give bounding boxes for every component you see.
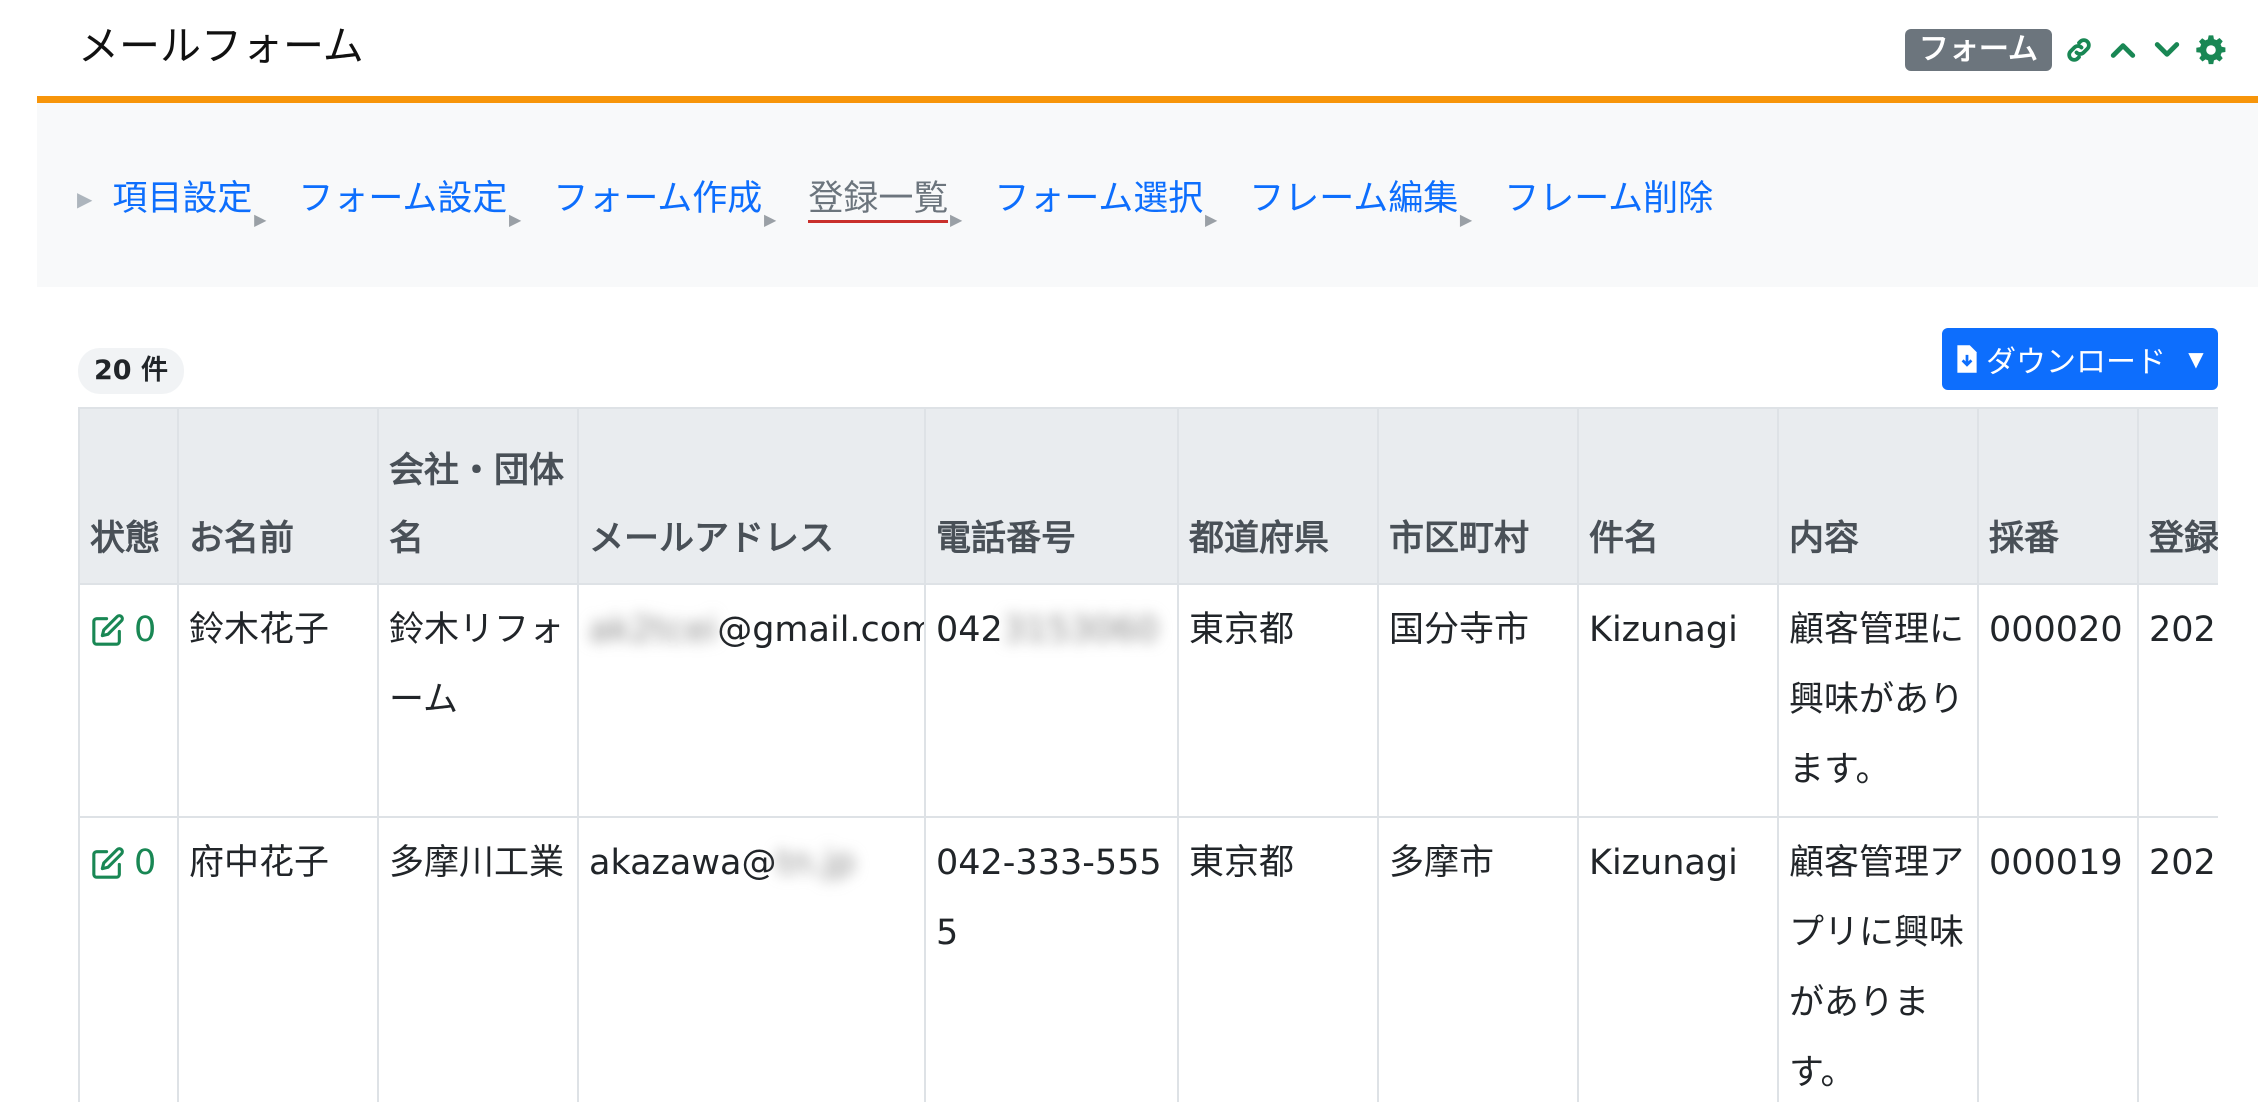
email-cell: ak2tcei@gmail.com [577,583,926,818]
number-cell: 000020 [1977,583,2139,818]
edit-link[interactable]: 0 [90,828,156,898]
redacted-text: ak2tcei [589,610,718,650]
chevron-down-icon[interactable] [2150,30,2184,70]
subject-cell: Kizunagi [1577,816,1779,1102]
table-header-row: 状態 お名前 会社・団体名 メールアドレス 電話番号 都道府県 市区町村 件名 … [78,407,2218,585]
chevron-up-icon[interactable] [2106,30,2140,70]
column-header-prefecture[interactable]: 都道府県 [1177,407,1379,585]
column-header-status[interactable]: 状態 [78,407,179,585]
tab-form-settings[interactable]: フォーム設定 ▶ [298,169,521,229]
edit-link[interactable]: 0 [90,595,156,665]
column-header-subject[interactable]: 件名 [1577,407,1779,585]
link-icon[interactable] [2062,30,2096,70]
tab-item-settings[interactable]: 項目設定 ▶ [112,169,266,229]
email-cell: akazawa@tn.jp [577,816,926,1102]
download-label: ダウンロード [1986,345,2166,380]
redacted-text: tn.jp [776,843,856,883]
submissions-table: 状態 お名前 会社・団体名 メールアドレス 電話番号 都道府県 市区町村 件名 … [78,407,2218,1102]
tab-frame-edit[interactable]: フレーム編集 ▶ [1249,169,1472,229]
gear-icon[interactable] [2194,30,2228,70]
tab-frame-delete[interactable]: フレーム削除 [1504,169,1713,229]
column-header-name[interactable]: お名前 [177,407,379,585]
table-row: 0 府中花子 多摩川工業 akazawa@tn.jp 042-333-5555 … [78,816,2218,1102]
name-cell: 府中花子 [177,816,379,1102]
column-header-number[interactable]: 採番 [1977,407,2139,585]
status-value: 0 [134,610,157,650]
status-value: 0 [134,843,157,883]
content-cell: 顧客管理アプリに興味があります。 [1777,816,1979,1102]
column-header-email[interactable]: メールアドレス [577,407,926,585]
prefecture-cell: 東京都 [1177,816,1379,1102]
table-row: 0 鈴木花子 鈴木リフォーム ak2tcei@gmail.com 0423153… [78,583,2218,818]
city-cell: 国分寺市 [1377,583,1579,818]
column-header-company[interactable]: 会社・団体名 [377,407,579,585]
download-button[interactable]: ダウンロード ▼ [1942,328,2218,390]
status-cell: 0 [78,583,179,818]
tab-form-create[interactable]: フォーム作成 ▶ [553,169,776,229]
prefecture-cell: 東京都 [1177,583,1379,818]
edit-icon [92,847,124,879]
column-header-city[interactable]: 市区町村 [1377,407,1579,585]
column-header-registered[interactable]: 登録 [2137,407,2218,585]
record-count-badge: 20 件 [78,348,184,394]
company-cell: 鈴木リフォーム [377,583,579,818]
phone-cell: 042-333-5555 [924,816,1179,1102]
frame-tools: フォーム [1904,28,2228,72]
registered-cell: 202 [2137,816,2218,1102]
content-cell: 顧客管理に興味があります。 [1777,583,1979,818]
company-cell: 多摩川工業 [377,816,579,1102]
column-header-phone[interactable]: 電話番号 [924,407,1179,585]
tab-form-select[interactable]: フォーム選択 ▶ [994,169,1217,229]
column-header-content[interactable]: 内容 [1777,407,1979,585]
city-cell: 多摩市 [1377,816,1579,1102]
nav-caret-icon: ▶ [77,187,93,211]
name-cell: 鈴木花子 [177,583,379,818]
download-dropdown-toggle[interactable]: ▼ [2174,328,2218,390]
page-title: メールフォーム [78,22,364,70]
phone-cell: 0423153060 [924,583,1179,818]
tab-registration-list[interactable]: 登録一覧 ▶ [808,169,962,229]
plugin-badge: フォーム [1904,29,2052,71]
number-cell: 000019 [1977,816,2139,1102]
submissions-table-wrapper: 状態 お名前 会社・団体名 メールアドレス 電話番号 都道府県 市区町村 件名 … [78,407,2218,1102]
frame-header: メールフォーム フォーム [0,0,2258,96]
subject-cell: Kizunagi [1577,583,1779,818]
status-cell: 0 [78,816,179,1102]
plugin-tab-nav: ▶ 項目設定 ▶ フォーム設定 ▶ フォーム作成 ▶ 登録一覧 ▶ フォーム選択 ▶ フレ… [37,103,2258,287]
redacted-text: 3153060 [1002,610,1159,650]
file-download-icon [1957,345,1977,373]
edit-icon [92,614,124,646]
header-accent-rule [37,96,2258,103]
registered-cell: 202 [2137,583,2218,818]
